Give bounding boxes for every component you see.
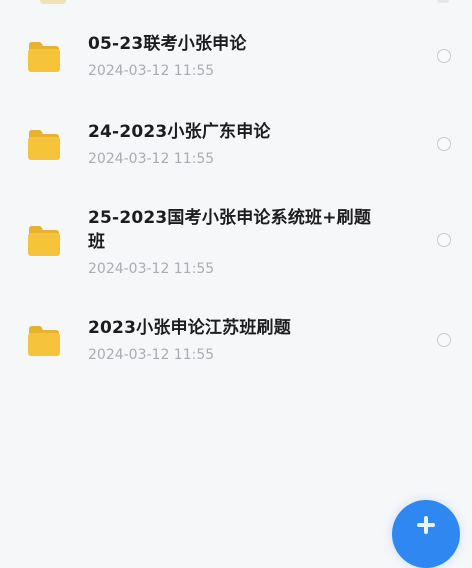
file-text: 25-2023国考小张申论系统班+刷题班 2024-03-12 11:55 — [88, 206, 388, 278]
file-list: 05-23联考小张申论 2024-03-12 11:55 24-2023小张广东… — [0, 0, 472, 529]
file-name: 2023小张申论江苏班刷题 — [88, 318, 291, 338]
file-row[interactable]: 05-23联考小张申论 2024-03-12 11:55 — [0, 32, 472, 90]
folder-icon — [28, 326, 60, 356]
file-name: 24-2023小张广东申论 — [88, 122, 271, 142]
file-text: 2023小张申论江苏班刷题 2024-03-12 11:55 — [88, 316, 388, 364]
file-row[interactable]: 25-2023国考小张申论系统班+刷题班 2024-03-12 11:55 — [0, 206, 472, 284]
select-radio[interactable] — [437, 137, 451, 151]
add-button[interactable] — [392, 500, 460, 568]
file-row[interactable]: 2023小张申论江苏班刷题 2024-03-12 11:55 — [0, 316, 472, 374]
file-text: 05-23联考小张申论 2024-03-12 11:55 — [88, 32, 388, 80]
file-date: 2024-03-12 11:55 — [88, 261, 215, 277]
file-date: 2024-03-12 11:55 — [88, 63, 215, 79]
select-radio[interactable] — [437, 333, 451, 347]
folder-icon — [28, 130, 60, 160]
file-date: 2024-03-12 11:55 — [88, 151, 215, 167]
select-radio[interactable] — [437, 233, 451, 247]
file-name: 25-2023国考小张申论系统班+刷题班 — [88, 208, 372, 252]
file-date: 2024-03-12 11:55 — [88, 347, 215, 363]
file-row[interactable]: 24-2023小张广东申论 2024-03-12 11:55 — [0, 120, 472, 178]
select-radio[interactable] — [437, 49, 451, 63]
folder-icon — [28, 226, 60, 256]
file-name: 05-23联考小张申论 — [88, 34, 247, 54]
file-text: 24-2023小张广东申论 2024-03-12 11:55 — [88, 120, 388, 168]
plus-icon — [417, 523, 435, 527]
folder-icon — [28, 42, 60, 72]
